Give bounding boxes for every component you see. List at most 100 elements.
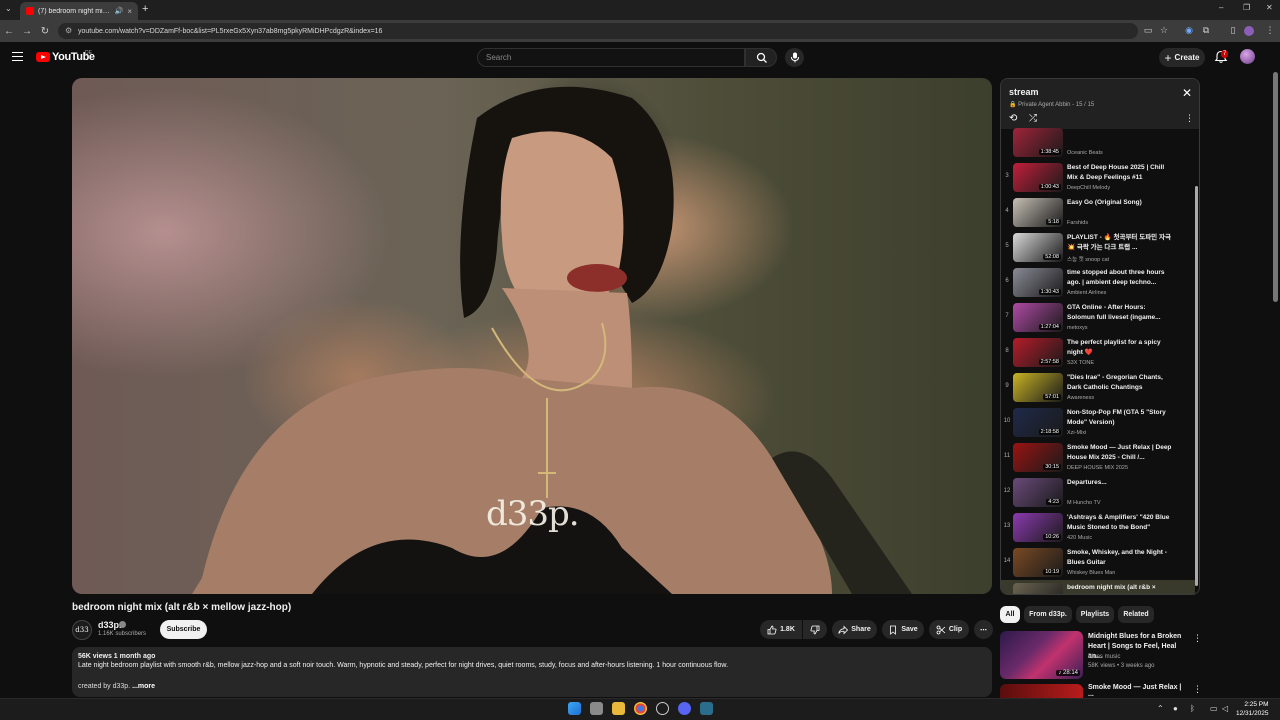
account-avatar[interactable]: [1240, 49, 1255, 64]
playlist-item-title[interactable]: Departures...: [1067, 478, 1172, 488]
playlist-item-title[interactable]: "Dies Irae" - Gregorian Chants, Dark Cat…: [1067, 373, 1172, 393]
sidepanel-icon[interactable]: ▯: [1227, 25, 1239, 36]
playlist-item-thumbnail[interactable]: 57:01: [1013, 373, 1063, 402]
playlist-item-title[interactable]: time stopped about three hours ago. | am…: [1067, 268, 1172, 288]
extensions-puzzle-icon[interactable]: ⧉: [1200, 25, 1212, 36]
playlist-item[interactable]: 3 1:00:43 Best of Deep House 2025 | Chill …: [1001, 160, 1195, 195]
channel-avatar[interactable]: d33: [72, 620, 92, 640]
playlist-item[interactable]: 10 2:18:58 Non-Stop-Pop FM (GTA 5 "Story M…: [1001, 405, 1195, 440]
window-close-icon[interactable]: ✕: [1266, 3, 1273, 12]
rec-menu-icon[interactable]: ⋮: [1193, 684, 1202, 695]
tray-volume-icon[interactable]: ◁: [1222, 704, 1228, 713]
playlist-item-thumbnail[interactable]: 4:23: [1013, 478, 1063, 507]
page-scrollbar-thumb[interactable]: [1273, 72, 1278, 302]
rec-menu-icon[interactable]: ⋮: [1193, 633, 1202, 644]
video-player[interactable]: d33p.: [72, 78, 992, 594]
playlist-item-title[interactable]: Smoke Mood — Just Relax | Deep House Mix…: [1067, 443, 1172, 463]
restore-icon[interactable]: ❐: [1243, 3, 1250, 12]
system-clock[interactable]: 2:25 PM 12/31/2025: [1236, 700, 1269, 718]
channel-name[interactable]: d33p.: [98, 620, 122, 630]
description-box[interactable]: 56K views 1 month ago Late night bedroom…: [72, 647, 992, 697]
chip-from-channel[interactable]: From d33p.: [1024, 606, 1072, 623]
rec-title[interactable]: Smoke Mood — Just Relax | ...: [1088, 684, 1188, 698]
task-view-icon[interactable]: [590, 702, 603, 715]
dislike-button[interactable]: [803, 620, 827, 639]
tray-chevron-icon[interactable]: ⌃: [1157, 704, 1164, 713]
rec-channel[interactable]: Blues music: [1088, 654, 1120, 660]
more-actions-button[interactable]: ⋯: [974, 620, 993, 639]
playlist-item-title[interactable]: bedroom night mix (alt r&b × mellow jazz…: [1067, 583, 1172, 594]
playlist-item-thumbnail[interactable]: 1:00:43: [1013, 163, 1063, 192]
youtube-logo-icon[interactable]: [36, 52, 50, 62]
search-button[interactable]: [745, 48, 777, 67]
tab-search-icon[interactable]: ⌄: [5, 4, 12, 13]
playlist-item-thumbnail[interactable]: 52:08: [1013, 233, 1063, 262]
new-tab-button[interactable]: +: [142, 3, 148, 15]
rec-thumbnail[interactable]: ♪ 28:14: [1000, 631, 1083, 679]
playlist-item[interactable]: 4 5:18 Easy Go (Original Song) Farshids: [1001, 195, 1195, 230]
playlist-item[interactable]: 11 30:15 Smoke Mood — Just Relax | Deep Ho…: [1001, 440, 1195, 475]
playlist-item-title[interactable]: Smoke, Whiskey, and the Night - Blues Gu…: [1067, 548, 1172, 568]
hamburger-menu-icon[interactable]: [12, 52, 23, 61]
playlist-item[interactable]: 6 1:30:43 time stopped about three hours a…: [1001, 265, 1195, 300]
playlist-item-thumbnail[interactable]: 1:30:43: [1013, 268, 1063, 297]
start-windows-icon[interactable]: [568, 702, 581, 715]
playlist-item[interactable]: 5 52:08 PLAYLIST - 🔥 첫곡부터 도파민 자극💥 극락 가는 다크…: [1001, 230, 1195, 265]
rec-thumbnail[interactable]: [1000, 684, 1083, 698]
playlist-item-title[interactable]: Non-Stop-Pop FM (GTA 5 "Story Mode" Vers…: [1067, 408, 1172, 428]
search-input[interactable]: Search: [477, 48, 745, 67]
playlist-item-title[interactable]: 'Ashtrays & Amplifiers' "420 Blue Music …: [1067, 513, 1172, 533]
browser-menu-icon[interactable]: ⋮: [1264, 25, 1276, 36]
tab-close-icon[interactable]: ×: [127, 7, 132, 16]
clip-button[interactable]: Clip: [929, 620, 969, 639]
share-button[interactable]: Share: [832, 620, 877, 639]
browser-tab[interactable]: (7) bedroom night mix (alt r 🔊 ×: [20, 2, 138, 20]
playlist-close-icon[interactable]: ✕: [1182, 86, 1192, 100]
extension-icon[interactable]: ◉: [1183, 25, 1195, 36]
vscode-icon[interactable]: [700, 702, 713, 715]
chip-playlists[interactable]: Playlists: [1076, 606, 1114, 623]
tray-network-icon[interactable]: ▭: [1210, 704, 1218, 713]
playlist-item[interactable]: ▸1:23:54 bedroom night mix (alt r&b × mel…: [1001, 580, 1195, 594]
playlist-item-title[interactable]: Best of Deep House 2025 | Chill Mix & De…: [1067, 163, 1172, 183]
address-bar[interactable]: ⚙ youtube.com/watch?v=DDZamFf-boc&list=P…: [58, 23, 1138, 39]
chatgpt-icon[interactable]: [656, 702, 669, 715]
chip-all[interactable]: All: [1000, 606, 1020, 623]
playlist-item-thumbnail[interactable]: 1:27:04: [1013, 303, 1063, 332]
playlist-item-thumbnail[interactable]: 5:18: [1013, 198, 1063, 227]
cast-icon[interactable]: ▭: [1142, 25, 1154, 36]
playlist-title[interactable]: stream: [1009, 87, 1039, 97]
save-button[interactable]: Save: [882, 620, 924, 639]
minimize-icon[interactable]: –: [1219, 3, 1223, 12]
chip-related[interactable]: Related: [1118, 606, 1154, 623]
page-scrollbar[interactable]: [1273, 72, 1278, 700]
tray-mic-icon[interactable]: ●: [1173, 704, 1178, 713]
back-button[interactable]: ←: [0, 26, 18, 37]
playlist-item-title[interactable]: GTA Online - After Hours: Solomun full l…: [1067, 303, 1172, 323]
subscribe-button[interactable]: Subscribe: [160, 620, 207, 639]
playlist-item-title[interactable]: PLAYLIST - 🔥 첫곡부터 도파민 자극💥 극락 가는 다크 트랩 ..…: [1067, 233, 1172, 253]
browser-profile-avatar[interactable]: [1244, 26, 1254, 36]
file-explorer-icon[interactable]: [612, 702, 625, 715]
playlist-item-thumbnail[interactable]: 1:38:45: [1013, 128, 1063, 157]
playlist-item-thumbnail[interactable]: 10:19: [1013, 548, 1063, 577]
playlist-item-thumbnail[interactable]: 10:26: [1013, 513, 1063, 542]
reload-button[interactable]: ↻: [36, 26, 54, 37]
playlist-item[interactable]: 7 1:27:04 GTA Online - After Hours: Solomu…: [1001, 300, 1195, 335]
playlist-item[interactable]: 1:38:45 Oceanic Beats: [1001, 125, 1195, 160]
playlist-item[interactable]: 14 10:19 Smoke, Whiskey, and the Night - B…: [1001, 545, 1195, 580]
bookmark-star-icon[interactable]: ☆: [1158, 25, 1170, 36]
playlist-item[interactable]: 13 10:26 'Ashtrays & Amplifiers' "420 Blue…: [1001, 510, 1195, 545]
playlist-item[interactable]: 9 57:01 "Dies Irae" - Gregorian Chants, Da…: [1001, 370, 1195, 405]
loop-icon[interactable]: ⟲: [1009, 113, 1017, 124]
playlist-item-thumbnail[interactable]: 2:57:58: [1013, 338, 1063, 367]
tray-bluetooth-icon[interactable]: ᛒ: [1190, 704, 1195, 713]
chrome-icon[interactable]: [634, 702, 647, 715]
playlist-scrollbar-thumb[interactable]: [1195, 186, 1198, 586]
forward-button[interactable]: →: [18, 26, 36, 37]
playlist-scrollbar[interactable]: [1195, 134, 1198, 592]
like-button[interactable]: 1.8K: [760, 620, 802, 639]
playlist-item-thumbnail[interactable]: 2:18:58: [1013, 408, 1063, 437]
show-more-link[interactable]: ...more: [132, 683, 155, 690]
site-info-icon[interactable]: ⚙: [65, 26, 72, 35]
